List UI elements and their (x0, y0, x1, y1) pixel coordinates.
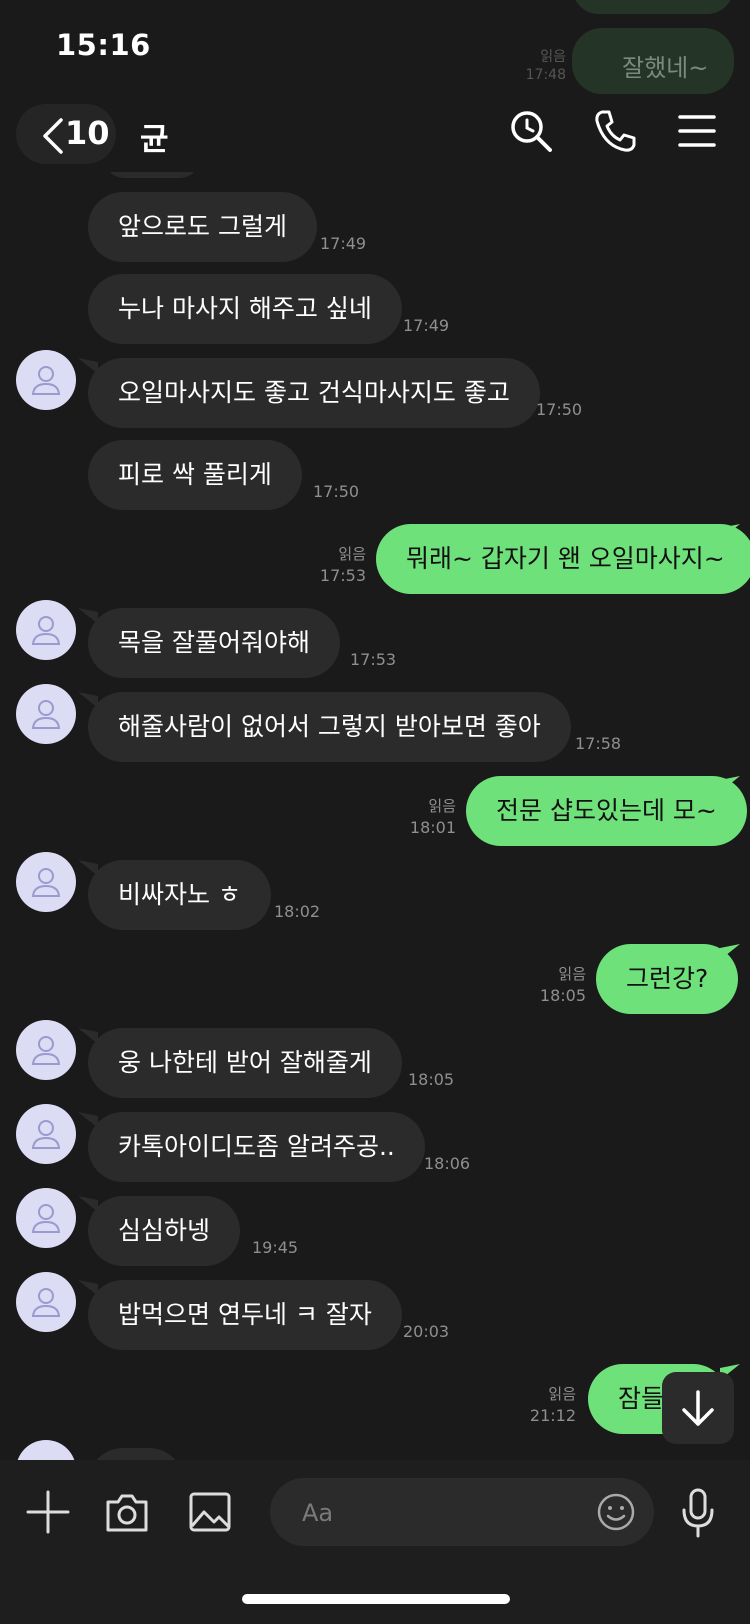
read-receipt: 읽음 (428, 797, 456, 815)
bubble-tail (720, 776, 740, 792)
message-meta: 읽음 18:05 (526, 964, 586, 1006)
chevron-left-icon (43, 118, 63, 154)
avatar[interactable] (16, 350, 76, 410)
message-time: 21:12 (529, 1406, 576, 1425)
message-time: 17:53 (350, 650, 397, 669)
search-icon[interactable] (508, 108, 554, 154)
message-time: 18:02 (274, 902, 321, 921)
emoji-icon[interactable] (596, 1492, 636, 1532)
person-icon (31, 1204, 61, 1233)
incoming-message: 해줄사람이 없어서 그렇지 받아보면 좋아 (88, 692, 571, 762)
person-icon (31, 700, 61, 729)
status-time: 15:16 (56, 28, 151, 62)
faded-read-receipt: 읽음 (540, 49, 566, 65)
unread-count: 10 (65, 114, 110, 152)
avatar[interactable] (16, 1104, 76, 1164)
person-icon (31, 1288, 61, 1317)
message-time: 19:45 (252, 1238, 299, 1257)
incoming-message: 심심하넹 (88, 1196, 241, 1266)
gallery-icon[interactable] (188, 1490, 232, 1534)
message-time: 17:58 (575, 734, 622, 753)
person-icon (31, 868, 61, 897)
home-indicator[interactable] (242, 1594, 510, 1604)
partial-message-bubble (104, 172, 200, 178)
message-time: 17:53 (319, 566, 366, 585)
message-meta: 읽음 21:12 (516, 1384, 576, 1426)
person-icon (31, 1120, 61, 1149)
avatar[interactable] (16, 852, 76, 912)
phone-icon[interactable] (592, 108, 638, 154)
message-meta: 읽음 18:01 (396, 796, 456, 838)
microphone-icon[interactable] (680, 1488, 716, 1538)
chat-title[interactable]: 균 (140, 114, 169, 159)
person-icon (31, 616, 61, 645)
message-time: 20:03 (403, 1322, 450, 1341)
person-icon (31, 366, 61, 395)
avatar[interactable] (16, 600, 76, 660)
plus-icon[interactable] (26, 1490, 70, 1534)
message-meta: 읽음 17:53 (306, 544, 366, 586)
person-icon (31, 1036, 61, 1065)
bubble-tail (720, 524, 740, 540)
back-button[interactable]: 10 (16, 104, 116, 164)
incoming-message: 피로 싹 풀리게 (88, 440, 302, 510)
partial-message-bubble (88, 1448, 184, 1460)
avatar[interactable] (16, 1188, 76, 1248)
outgoing-message: 그런강? (596, 944, 739, 1014)
read-receipt: 읽음 (338, 545, 366, 563)
arrow-down-icon (682, 1390, 714, 1426)
read-receipt: 읽음 (558, 965, 586, 983)
bubble-tail (720, 944, 740, 960)
faded-message-text: 잘했네~ (622, 54, 709, 82)
incoming-message: 목을 잘풀어줘야해 (88, 608, 340, 678)
incoming-message: 카톡아이디도좀 알려주공.. (88, 1112, 425, 1182)
incoming-message: 비싸자노 ㅎ (88, 860, 271, 930)
message-time: 18:05 (408, 1070, 455, 1089)
avatar[interactable] (16, 1272, 76, 1332)
avatar[interactable] (16, 1020, 76, 1080)
faded-message-time: 17:48 (525, 67, 566, 83)
message-time: 18:06 (424, 1154, 471, 1173)
message-time: 17:49 (403, 316, 450, 335)
outgoing-message: 뭐래~ 갑자기 왠 오일마사지~ (376, 524, 750, 594)
message-time: 17:49 (320, 234, 367, 253)
avatar[interactable] (16, 1440, 76, 1460)
outgoing-message: 전문 샵도있는데 모~ (466, 776, 747, 846)
message-input-container[interactable] (270, 1478, 654, 1548)
incoming-message: 웅 나한테 받어 잘해줄게 (88, 1028, 402, 1098)
incoming-message: 오일마사지도 좋고 건식마사지도 좋고 (88, 358, 540, 428)
message-list[interactable]: 앞으로도 그럴게 17:49 누나 마사지 해주고 싶네 17:49 오일마사지… (0, 172, 750, 1460)
message-time: 17:50 (536, 400, 583, 419)
menu-icon[interactable] (674, 108, 720, 154)
message-input[interactable] (300, 1478, 584, 1548)
avatar[interactable] (16, 684, 76, 744)
incoming-message: 밥먹으면 연두네 ㅋ 잘자 (88, 1280, 402, 1350)
message-time: 18:01 (409, 818, 456, 837)
message-time: 18:05 (539, 986, 586, 1005)
chat-header: 10 균 (0, 96, 750, 172)
scroll-to-bottom-button[interactable] (662, 1372, 734, 1444)
incoming-message: 앞으로도 그럴게 (88, 192, 317, 262)
incoming-message: 누나 마사지 해주고 싶네 (88, 274, 402, 344)
read-receipt: 읽음 (548, 1385, 576, 1403)
camera-icon[interactable] (104, 1490, 150, 1534)
message-time: 17:50 (313, 482, 360, 501)
